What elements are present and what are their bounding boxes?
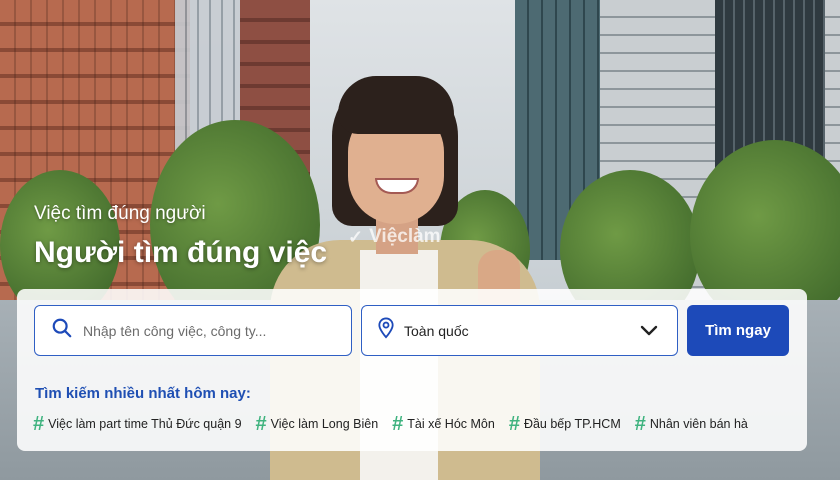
location-value: Toàn quốc: [404, 322, 469, 339]
trending-tag[interactable]: # Tài xế Hóc Môn: [392, 411, 495, 437]
brand-watermark: ✓ Việclàm: [348, 226, 441, 248]
trending-searches-title: Tìm kiếm nhiều nhất hôm nay:: [35, 385, 251, 402]
location-select[interactable]: Toàn quốc: [361, 305, 678, 356]
hero-subtitle: Việc tìm đúng người: [34, 203, 206, 224]
search-button[interactable]: Tìm ngay: [687, 305, 789, 356]
hashtag-icon: #: [255, 413, 267, 435]
keyword-input[interactable]: [83, 322, 333, 339]
trending-tag-label: Việc làm Long Biên: [270, 417, 379, 431]
trending-tag[interactable]: # Đầu bếp TP.HCM: [509, 411, 621, 437]
trending-tag[interactable]: # Nhân viên bán hà: [635, 411, 748, 437]
location-pin-icon: [376, 317, 396, 344]
checkmark-logo-icon: ✓: [348, 226, 364, 247]
chevron-down-icon[interactable]: [639, 321, 659, 341]
trending-tag[interactable]: # Việc làm Long Biên: [256, 411, 379, 437]
keyword-field[interactable]: [34, 305, 352, 356]
trending-tags: # Việc làm part time Thủ Đức quận 9 # Vi…: [33, 411, 791, 437]
trending-tag-label: Việc làm part time Thủ Đức quận 9: [48, 417, 242, 431]
hashtag-icon: #: [33, 413, 45, 435]
trending-tag-label: Nhân viên bán hà: [649, 417, 748, 431]
person-fringe: [338, 76, 454, 134]
hashtag-icon: #: [392, 413, 404, 435]
search-icon: [51, 317, 73, 344]
hero-title: Người tìm đúng việc: [34, 236, 328, 269]
trending-tag-label: Đầu bếp TP.HCM: [523, 417, 621, 431]
trending-tag[interactable]: # Việc làm part time Thủ Đức quận 9: [33, 411, 242, 437]
watermark-text: Việclàm: [369, 226, 441, 247]
trending-tag-label: Tài xế Hóc Môn: [407, 417, 495, 431]
search-panel: Toàn quốc Tìm ngay Tìm kiếm nhiều nhất h…: [17, 289, 807, 451]
hashtag-icon: #: [634, 413, 646, 435]
hashtag-icon: #: [508, 413, 520, 435]
